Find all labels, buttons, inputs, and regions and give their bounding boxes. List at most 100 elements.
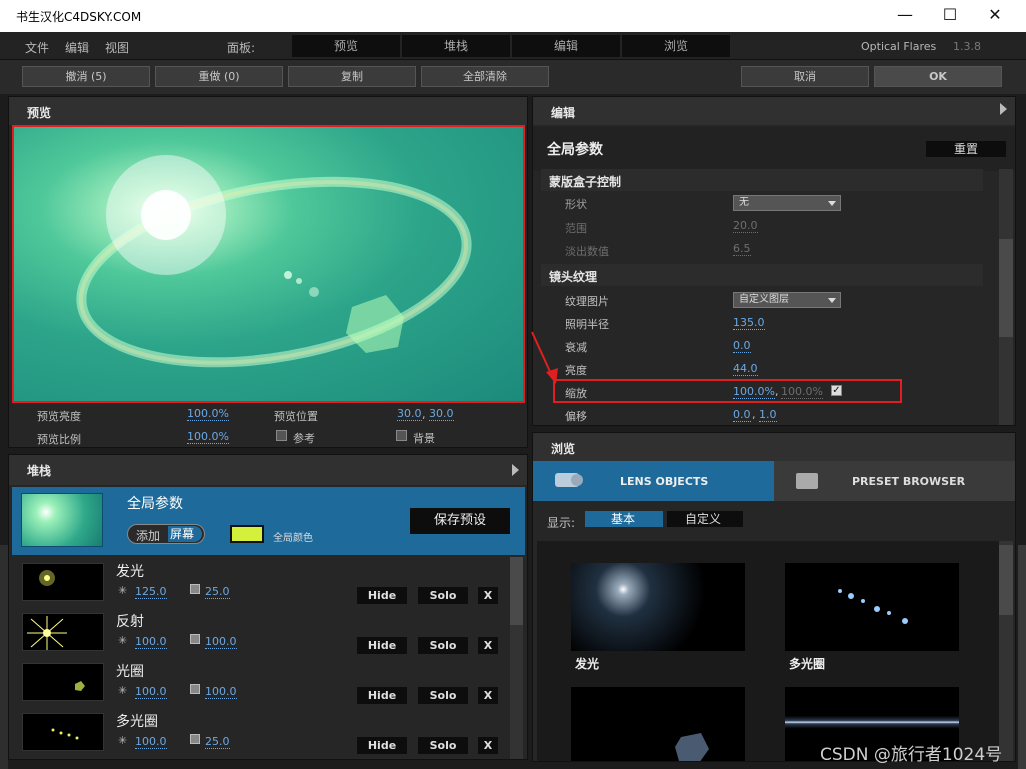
blend-screen-label[interactable]: 屏幕 (168, 526, 202, 542)
falloff-value[interactable]: 0.0 (733, 340, 751, 353)
offset-y-value[interactable]: 1.0 (759, 409, 777, 422)
menu-edit[interactable]: 编辑 (65, 39, 89, 56)
hide-button[interactable]: Hide (357, 587, 407, 604)
scale-highlight-box (553, 379, 902, 403)
scale-icon (190, 734, 200, 744)
cancel-button[interactable]: 取消 (741, 66, 869, 87)
preset-thumb[interactable] (571, 563, 745, 651)
preview-brightness-value[interactable]: 100.0% (187, 408, 229, 421)
blend-add-label[interactable]: 添加 (136, 527, 160, 544)
mask-section-header[interactable]: 蒙版盒子控制 (541, 169, 983, 191)
texture-image-dropdown[interactable]: 自定义图层 (733, 292, 841, 308)
delete-button[interactable]: X (478, 737, 498, 754)
hide-button[interactable]: Hide (357, 687, 407, 704)
preview-scale-label: 预览比例 (37, 433, 81, 446)
shape-dropdown[interactable]: 无 (733, 195, 841, 211)
layer-name: 发光 (116, 564, 144, 580)
layer-row[interactable]: 多光圈 ✳ 100.0 25.0 Hide Solo X (12, 709, 508, 759)
preview-scale-value[interactable]: 100.0% (187, 431, 229, 444)
texture-section-header[interactable]: 镜头纹理 (541, 264, 983, 286)
preset-thumb[interactable] (785, 563, 959, 651)
solo-button[interactable]: Solo (418, 737, 468, 754)
global-layer-name: 全局参数 (127, 496, 183, 512)
stack-scrollbar-thumb[interactable] (510, 557, 523, 625)
layer-scale[interactable]: 25.0 (205, 736, 230, 749)
layer-row[interactable]: 反射 ✳ 100.0 100.0 Hide Solo X (12, 609, 508, 659)
stack-scrollbar[interactable] (510, 557, 523, 759)
panel-tab-browser[interactable]: 浏览 (622, 35, 730, 57)
delete-button[interactable]: X (478, 587, 498, 604)
layer-row[interactable]: 发光 ✳ 125.0 25.0 Hide Solo X (12, 559, 508, 609)
tab-preset-browser[interactable]: PRESET BROWSER (774, 461, 1015, 501)
layer-scale[interactable]: 100.0 (205, 686, 237, 699)
redo-button[interactable]: 重做 (0) (155, 66, 283, 87)
brightness-value[interactable]: 44.0 (733, 363, 758, 376)
preview-position-sep: , (422, 408, 426, 421)
preview-position-x[interactable]: 30.0 (397, 408, 422, 421)
solo-button[interactable]: Solo (418, 637, 468, 654)
layer-scale[interactable]: 100.0 (205, 636, 237, 649)
layer-row[interactable]: 光圈 ✳ 100.0 100.0 Hide Solo X (12, 659, 508, 709)
layer-brightness[interactable]: 100.0 (135, 736, 167, 749)
panel-tab-stack[interactable]: 堆栈 (402, 35, 510, 57)
reference-label: 参考 (293, 432, 315, 445)
browser-header: 浏览 (533, 433, 1015, 461)
filter-basic-button[interactable]: 基本 (585, 511, 663, 527)
background-checkbox[interactable] (396, 430, 407, 441)
blend-mode-toggle[interactable]: 添加 屏幕 (127, 524, 205, 544)
menu-view[interactable]: 视图 (105, 39, 129, 56)
copy-button[interactable]: 复制 (288, 66, 416, 87)
preset-thumb[interactable] (571, 687, 745, 761)
layer-name: 反射 (116, 614, 144, 630)
solo-button[interactable]: Solo (418, 687, 468, 704)
delete-button[interactable]: X (478, 687, 498, 704)
clear-all-button[interactable]: 全部清除 (421, 66, 549, 87)
preview-position-y[interactable]: 30.0 (429, 408, 454, 421)
layer-scale[interactable]: 25.0 (205, 586, 230, 599)
editor-panel: 编辑 全局参数 重置 蒙版盒子控制 形状 无 范围 20.0 淡出数值 6.5 … (532, 96, 1016, 426)
minimize-button[interactable]: — (882, 0, 928, 32)
global-color-swatch[interactable] (230, 525, 264, 543)
radius-value[interactable]: 135.0 (733, 317, 765, 330)
layer-brightness[interactable]: 100.0 (135, 636, 167, 649)
offset-x-value[interactable]: 0.0 (733, 409, 751, 422)
browser-scrollbar[interactable] (999, 541, 1013, 761)
layer-brightness[interactable]: 125.0 (135, 586, 167, 599)
filter-custom-button[interactable]: 自定义 (667, 511, 743, 527)
panel-tab-preview[interactable]: 预览 (292, 35, 400, 57)
stack-expand-arrow-icon[interactable] (512, 464, 519, 476)
brightness-icon: ✳ (118, 734, 128, 747)
undo-button[interactable]: 撤消 (5) (22, 66, 150, 87)
global-layer-row[interactable]: 全局参数 添加 屏幕 全局颜色 保存预设 (12, 487, 525, 555)
hide-button[interactable]: Hide (357, 737, 407, 754)
scale-y-value[interactable]: 100.0% (781, 386, 823, 399)
preview-viewport[interactable] (12, 125, 525, 403)
hide-button[interactable]: Hide (357, 637, 407, 654)
browser-scrollbar-thumb[interactable] (999, 545, 1013, 615)
close-button[interactable]: ✕ (972, 0, 1018, 32)
reset-button[interactable]: 重置 (926, 141, 1006, 157)
toolbar: 撤消 (5) 重做 (0) 复制 全部清除 取消 OK (0, 60, 1026, 94)
stack-panel: 堆栈 全局参数 添加 屏幕 全局颜色 保存预设 发光 ✳ 125.0 25.0 … (8, 454, 528, 760)
layer-name: 多光圈 (116, 714, 158, 730)
global-params-bar: 全局参数 重置 (533, 127, 1015, 171)
menu-file[interactable]: 文件 (25, 39, 49, 56)
editor-scrollbar[interactable] (999, 169, 1013, 425)
solo-button[interactable]: Solo (418, 587, 468, 604)
maximize-button[interactable]: ☐ (927, 0, 973, 32)
reference-checkbox[interactable] (276, 430, 287, 441)
ok-button[interactable]: OK (874, 66, 1002, 87)
editor-expand-arrow-icon[interactable] (1000, 103, 1007, 115)
range-value[interactable]: 20.0 (733, 220, 758, 233)
panel-tab-editor[interactable]: 编辑 (512, 35, 620, 57)
scale-x-value[interactable]: 100.0% (733, 386, 775, 399)
tab-lens-objects[interactable]: LENS OBJECTS (533, 461, 774, 501)
lens-icon (555, 473, 583, 487)
shape-label: 形状 (565, 198, 587, 211)
delete-button[interactable]: X (478, 637, 498, 654)
save-preset-button[interactable]: 保存预设 (410, 508, 510, 534)
layer-brightness[interactable]: 100.0 (135, 686, 167, 699)
fade-value[interactable]: 6.5 (733, 243, 751, 256)
editor-scrollbar-thumb[interactable] (999, 239, 1013, 337)
uniform-scale-checkbox[interactable]: ✓ (831, 385, 842, 396)
